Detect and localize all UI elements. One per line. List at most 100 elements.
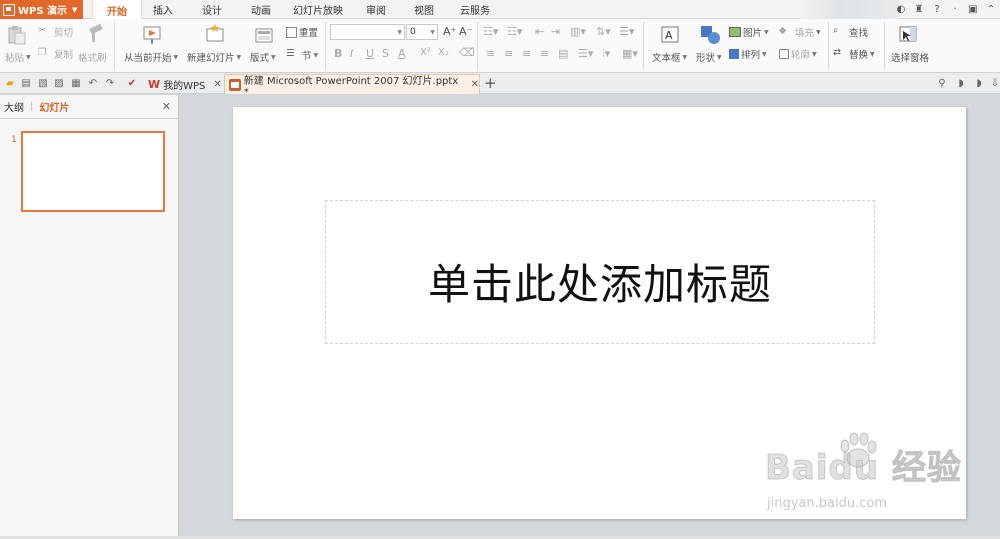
chevron-down-icon: ▼ (430, 28, 435, 36)
collapse-icon[interactable]: ⌃ (982, 2, 1000, 18)
layout-icon (255, 28, 273, 43)
watermark: Baidu 经验 jingyan.baidu.com (765, 432, 985, 520)
help-icon[interactable]: ? (928, 2, 946, 18)
smart-art-icon[interactable]: ▦▾ (622, 47, 638, 60)
italic-button[interactable]: I (350, 47, 353, 60)
copy-button[interactable]: ❐ 复制 (38, 47, 73, 61)
window-controls: ◐ ♜ ? · ▣ ⌃ (892, 0, 1000, 19)
column-icon[interactable]: ▥▾ (570, 25, 586, 38)
chevron-down-icon: ▼ (397, 28, 402, 36)
find-button[interactable]: ⌕ 查找 (833, 25, 868, 39)
new-tab-icon[interactable]: + (484, 74, 497, 92)
clear-format-icon[interactable]: ⌫ (459, 46, 475, 59)
font-color-button[interactable]: A (398, 47, 406, 60)
subscript-button[interactable]: X₂ (438, 47, 449, 58)
tab-review[interactable]: 审阅 (358, 0, 394, 19)
redo-icon[interactable]: ↷ (104, 77, 116, 89)
superscript-button[interactable]: X² (420, 47, 431, 58)
outline-label: 轮廓 (791, 50, 811, 61)
doc-tab-presentation[interactable]: 新建 Microsoft PowerPoint 2007 幻灯片.pptx * … (224, 74, 480, 98)
doc-tab-label: 我的WPS (163, 80, 206, 92)
align-center-icon[interactable]: ≡ (504, 47, 513, 60)
close-icon[interactable]: ✕ (213, 79, 221, 90)
vertical-align-icon[interactable]: ⫶▾ (602, 47, 610, 61)
undo-icon[interactable]: ↶ (87, 77, 99, 89)
textbox-button[interactable]: 文本框 ▼ (652, 50, 687, 64)
restore-icon[interactable]: ▣ (964, 2, 982, 18)
cut-button[interactable]: ✂ 剪切 (38, 25, 73, 39)
fill-button[interactable]: ◆ 填充 ▼ (779, 25, 821, 39)
font-name-select[interactable]: ▼ (330, 24, 405, 40)
app-name: WPS 演示 (18, 6, 68, 17)
open-icon[interactable]: ▰ (4, 77, 16, 89)
paste-button[interactable]: 粘贴 ▼ (5, 50, 31, 64)
save-icon[interactable]: ▤ (20, 77, 32, 89)
app-menu-button[interactable]: WPS 演示 ▼ (0, 0, 83, 19)
tab-slides[interactable]: 幻灯片 (39, 99, 69, 114)
distribute-icon[interactable]: ▤ (558, 47, 568, 60)
section-button[interactable]: ☰ 节 ▼ (286, 48, 318, 62)
underline-button[interactable]: U (366, 47, 374, 60)
shirt-icon[interactable]: ♜ (910, 2, 928, 18)
tab-design[interactable]: 设计 (194, 0, 230, 19)
numbering-icon[interactable]: ☷▾ (507, 25, 522, 38)
decrease-indent-icon[interactable]: ⇤ (535, 25, 544, 38)
export-pdf-icon[interactable]: ▧ (37, 77, 49, 89)
shadow-button[interactable]: S (382, 47, 389, 60)
grow-font-button[interactable]: A⁺ (443, 25, 456, 38)
reset-button[interactable]: 重置 (286, 25, 318, 39)
collab-icon[interactable]: ◗ (973, 77, 985, 89)
from-current-label: 从当前开始 (124, 53, 172, 64)
copy-label: 复制 (54, 50, 74, 61)
bold-button[interactable]: B (334, 47, 342, 60)
close-icon[interactable]: ✕ (471, 79, 479, 90)
align-right-icon[interactable]: ≡ (522, 47, 531, 60)
doc-tab-my-wps[interactable]: W 我的WPS ✕ (144, 74, 222, 94)
from-current-button[interactable]: 从当前开始 ▼ (124, 50, 178, 64)
customize-icon[interactable]: ✔ (126, 77, 138, 89)
new-slide-button[interactable]: 新建幻灯片 ▼ (187, 50, 241, 64)
slide-number: 1 (11, 135, 17, 145)
selection-pane-button[interactable]: 选择窗格 (891, 50, 929, 64)
tab-view[interactable]: 视图 (406, 0, 442, 19)
titlebar-decoration (800, 0, 900, 19)
format-painter-button[interactable]: 格式刷 (78, 50, 107, 64)
tab-insert[interactable]: 插入 (145, 0, 181, 19)
layout-button[interactable]: 版式 ▼ (250, 50, 276, 64)
tab-home[interactable]: 开始 (92, 0, 142, 20)
skin-icon[interactable]: ◐ (892, 2, 910, 18)
increase-indent-icon[interactable]: ⇥ (551, 25, 560, 38)
slides-panel: 大纲 | 幻灯片 ✕ 1 (0, 95, 179, 539)
shape-button[interactable]: 形状 ▼ (696, 50, 722, 64)
slide-thumbnail[interactable] (21, 131, 165, 212)
outline-button[interactable]: 轮廓 ▼ (779, 47, 817, 61)
justify-icon[interactable]: ≡ (540, 47, 549, 60)
print-icon[interactable]: ▨ (53, 77, 65, 89)
font-size-select[interactable]: 0 ▼ (406, 24, 438, 40)
paragraph-icon[interactable]: ☰▾ (578, 47, 593, 60)
tab-outline[interactable]: 大纲 (4, 99, 24, 114)
tab-cloud[interactable]: 云服务 (455, 0, 495, 19)
bullets-icon[interactable]: ☷▾ (483, 25, 498, 38)
replace-button[interactable]: ⇄ 替换 ▼ (833, 47, 875, 61)
divider (828, 22, 829, 70)
shrink-font-button[interactable]: A⁻ (459, 25, 472, 38)
svg-text:A: A (665, 29, 673, 42)
arrange-button[interactable]: 排列 ▼ (729, 47, 767, 61)
tab-slideshow[interactable]: 幻灯片放映 (290, 0, 346, 19)
arrange-label: 排列 (741, 50, 761, 61)
bookmark-icon[interactable]: ◗ (955, 77, 967, 89)
line-spacing-icon[interactable]: ☰▾ (619, 25, 634, 38)
align-left-icon[interactable]: ≡ (486, 47, 495, 60)
print-preview-icon[interactable]: ▦ (70, 77, 82, 89)
more-icon[interactable]: · (946, 2, 964, 18)
shape-icon (701, 26, 720, 44)
text-direction-icon[interactable]: ⇅▾ (596, 25, 611, 38)
title-placeholder[interactable]: 单击此处添加标题 (325, 200, 875, 344)
close-panel-icon[interactable]: ✕ (162, 100, 171, 113)
pin-icon[interactable]: ⚲ (936, 77, 948, 89)
tab-menu-icon[interactable]: ⇩ (989, 77, 1000, 89)
picture-button[interactable]: 图片 ▼ (729, 25, 769, 39)
divider (325, 22, 326, 70)
tab-animation[interactable]: 动画 (243, 0, 279, 19)
